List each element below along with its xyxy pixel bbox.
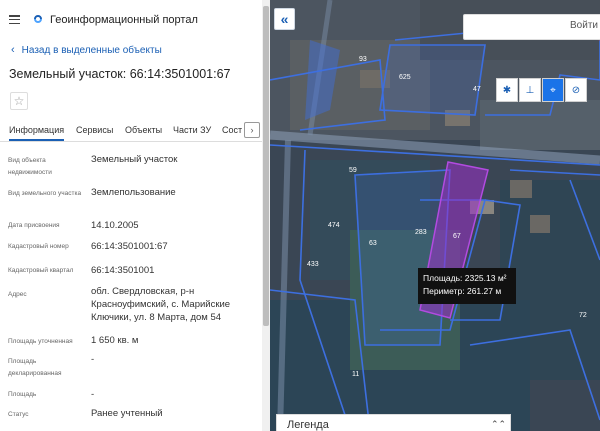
parcel-label: 93 xyxy=(359,56,367,63)
ruler-icon: ⊥ xyxy=(525,84,535,96)
attr-label: Площадь xyxy=(8,391,37,398)
attr-label: Вид земельного участка xyxy=(8,190,82,197)
info-panel: Геоинформационный портал ‹ Назад в выделе… xyxy=(0,0,270,431)
parcel-label: 47 xyxy=(473,86,481,93)
measure-distance-button[interactable]: ⊥ xyxy=(519,78,541,102)
chevron-left-icon: ‹ xyxy=(11,44,15,56)
attr-label: Адрес xyxy=(8,291,27,298)
satellite-map xyxy=(270,0,600,431)
snowflake-icon: ✱ xyxy=(502,84,512,96)
attr-value: Землепользование xyxy=(91,187,176,198)
tab-composition[interactable]: Сост xyxy=(222,125,242,135)
legend-label: Легенда xyxy=(287,419,329,431)
attr-label: Вид объекта недвижимости xyxy=(8,157,52,176)
perimeter-label: Периметр: xyxy=(423,286,465,296)
measure-area-button[interactable]: ⌖ xyxy=(542,78,564,102)
object-title: Земельный участок: 66:14:3501001:67 xyxy=(9,67,231,81)
attr-label: Площадь декларированная xyxy=(8,358,62,377)
parcel-label: 72 xyxy=(579,312,587,319)
tabs-bar: Информация Сервисы Объекты Части ЗУ Сост… xyxy=(0,120,262,142)
attr-value: 66:14:3501001 xyxy=(91,265,155,276)
parcel-label: 67 xyxy=(453,233,461,240)
portal-logo-icon xyxy=(34,15,42,23)
attr-label: Дата присвоения xyxy=(8,222,60,229)
area-value: 2325.13 м² xyxy=(464,273,507,283)
login-label: Войти xyxy=(570,20,598,31)
tab-parcel-parts[interactable]: Части ЗУ xyxy=(173,125,211,135)
area-row: Площадь: 2325.13 м² xyxy=(423,272,511,285)
attr-label: Статус xyxy=(8,411,29,418)
tab-information[interactable]: Информация xyxy=(9,125,65,141)
area-label: Площадь: xyxy=(423,273,463,283)
parcel-label: 63 xyxy=(369,240,377,247)
parcel-label: 625 xyxy=(399,74,411,81)
tab-objects[interactable]: Объекты xyxy=(125,125,162,135)
map-view[interactable]: 93 625 47 59 474 63 283 67 433 72 11 xyxy=(270,0,600,431)
attr-value: 66:14:3501001:67 xyxy=(91,241,168,252)
parcel-label: 474 xyxy=(328,222,340,229)
attr-value: обл. Свердловская, р-н Красноуфимский, с… xyxy=(91,286,231,323)
attr-label: Кадастровый квартал xyxy=(8,267,74,274)
tabs-scroll-right-icon[interactable]: › xyxy=(244,122,260,138)
double-chevron-left-icon: « xyxy=(280,11,289,27)
perimeter-row: Периметр: 261.27 м xyxy=(423,285,511,298)
attr-value: - xyxy=(91,354,95,365)
parcel-label: 11 xyxy=(352,371,360,378)
favorite-star-icon[interactable]: ☆ xyxy=(10,92,28,110)
attr-value: Земельный участок xyxy=(91,154,178,165)
back-to-selected-link[interactable]: ‹ Назад в выделенные объекты xyxy=(11,44,162,56)
eraser-icon: ⊘ xyxy=(571,84,581,96)
portal-title: Геоинформационный портал xyxy=(50,14,198,26)
measurement-tooltip: Площадь: 2325.13 м² Периметр: 261.27 м xyxy=(418,268,516,304)
attr-label: Кадастровый номер xyxy=(8,243,69,250)
attr-value: Ранее учтенный xyxy=(91,408,163,419)
attr-label: Площадь уточненная xyxy=(8,338,73,345)
identify-tool-button[interactable]: ✱ xyxy=(496,78,518,102)
area-measure-icon: ⌖ xyxy=(550,84,556,96)
panel-scrollbar-thumb[interactable] xyxy=(263,6,269,326)
top-bar: Геоинформационный портал xyxy=(0,0,262,40)
parcel-label: 433 xyxy=(307,261,319,268)
perimeter-value: 261.27 м xyxy=(466,286,502,296)
attr-value: 14.10.2005 xyxy=(91,220,139,231)
collapse-panel-button[interactable]: « xyxy=(274,8,295,30)
parcel-label: 59 xyxy=(349,167,357,174)
chevron-up-icon[interactable]: ⌃⌃ xyxy=(491,419,506,430)
back-link-label: Назад в выделенные объекты xyxy=(21,45,162,56)
hamburger-menu-icon[interactable] xyxy=(9,15,20,25)
attr-value: 1 650 кв. м xyxy=(91,335,139,346)
tab-services[interactable]: Сервисы xyxy=(76,125,113,135)
clear-measure-button[interactable]: ⊘ xyxy=(565,78,587,102)
attr-value: - xyxy=(91,389,95,400)
parcel-label: 283 xyxy=(415,229,427,236)
